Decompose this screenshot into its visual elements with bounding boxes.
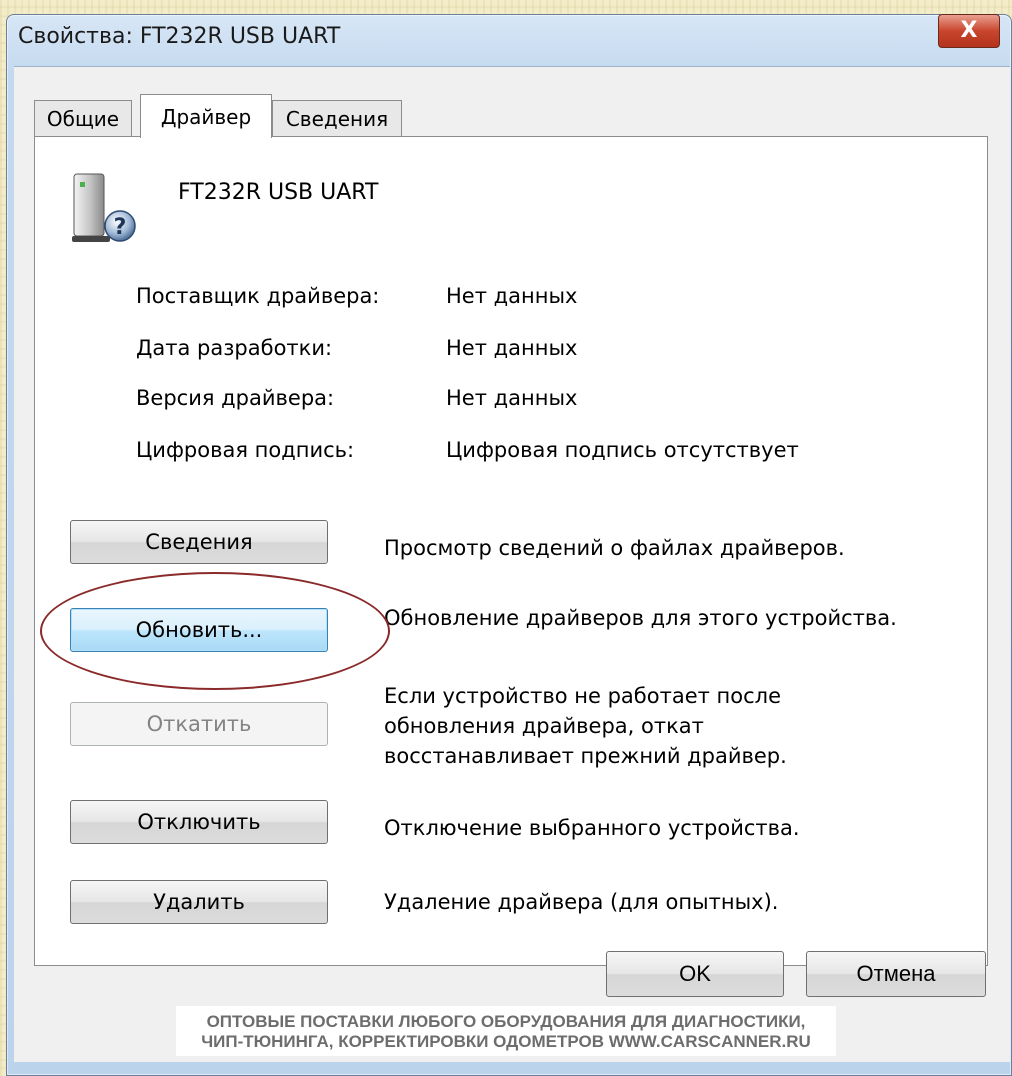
digital-signature-value: Цифровая подпись отсутствует (446, 438, 799, 462)
uninstall-driver-button[interactable]: Удалить (70, 880, 328, 924)
rollback-description-line2: обновления драйвера, откат (384, 714, 704, 738)
driver-date-label: Дата разработки: (136, 336, 333, 360)
device-name: FT232R USB UART (178, 180, 379, 205)
rollback-description-line3: восстанавливает прежний драйвер. (384, 744, 787, 768)
driver-version-value: Нет данных (446, 386, 578, 410)
watermark-line-1: ОПТОВЫЕ ПОСТАВКИ ЛЮБОГО ОБОРУДОВАНИЯ ДЛЯ… (206, 1012, 806, 1031)
uninstall-driver-description: Удаление драйвера (для опытных). (384, 890, 779, 914)
rollback-description-line1: Если устройство не работает после (384, 684, 781, 708)
watermark-banner: ОПТОВЫЕ ПОСТАВКИ ЛЮБОГО ОБОРУДОВАНИЯ ДЛЯ… (176, 1006, 836, 1056)
close-button[interactable]: X (938, 14, 1000, 48)
driver-provider-label: Поставщик драйвера: (136, 284, 380, 308)
svg-text:?: ? (114, 215, 127, 240)
driver-provider-value: Нет данных (446, 284, 578, 308)
rollback-driver-button[interactable]: Откатить (70, 702, 328, 746)
window-title: Свойства: FT232R USB UART (18, 24, 341, 49)
watermark-line-2: ЧИП-ТЮНИНГА, КОРРЕКТИРОВКИ ОДОМЕТРОВ WWW… (201, 1032, 811, 1051)
tab-details[interactable]: Сведения (272, 100, 402, 136)
tab-general[interactable]: Общие (34, 100, 132, 136)
driver-date-value: Нет данных (446, 336, 578, 360)
disable-device-button[interactable]: Отключить (70, 800, 328, 844)
tab-driver[interactable]: Драйвер (140, 94, 272, 138)
driver-details-button[interactable]: Сведения (70, 520, 328, 564)
ok-button[interactable]: OK (606, 951, 784, 997)
usb-device-unknown-icon: ? (72, 173, 136, 242)
update-driver-description: Обновление драйверов для этого устройств… (384, 606, 897, 630)
cancel-button[interactable]: Отмена (806, 951, 986, 997)
highlight-ellipse (40, 572, 390, 690)
digital-signature-label: Цифровая подпись: (136, 438, 355, 462)
disable-device-description: Отключение выбранного устройства. (384, 816, 800, 840)
driver-version-label: Версия драйвера: (136, 386, 335, 410)
driver-details-description: Просмотр сведений о файлах драйверов. (384, 536, 845, 560)
